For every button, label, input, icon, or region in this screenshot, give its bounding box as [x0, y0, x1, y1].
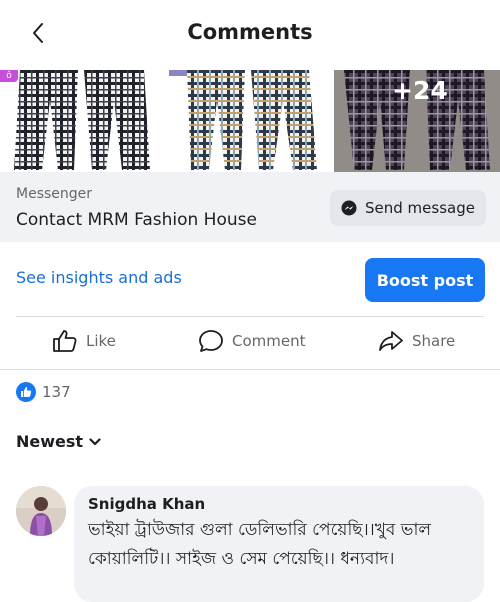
chevron-down-icon [89, 437, 101, 445]
reaction-summary[interactable]: 137 [16, 382, 71, 402]
comment-text: ভাইয়া ট্রাউজার গুলা ডেলিভারি পেয়েছি।।খ… [88, 520, 432, 569]
post-image-strip: ô +24 [0, 70, 500, 172]
product-image-1[interactable]: ô [0, 70, 165, 172]
thumbs-up-icon [53, 330, 77, 352]
insights-row: See insights and ads Boost post [0, 242, 500, 316]
page-title: Comments [187, 20, 313, 44]
like-label: Like [86, 332, 116, 350]
like-button[interactable]: Like [52, 329, 116, 353]
comment-button[interactable]: Comment [198, 329, 306, 353]
post-tag-badge: ô [0, 70, 18, 82]
more-photos-count[interactable]: +24 [392, 76, 448, 105]
reaction-count: 137 [42, 383, 71, 401]
send-message-label: Send message [365, 199, 475, 217]
like-reaction-icon [16, 382, 36, 402]
share-arrow-icon [379, 331, 403, 351]
share-button[interactable]: Share [378, 329, 455, 353]
send-message-button[interactable]: Send message [330, 190, 486, 226]
comment-bubble-icon [199, 330, 223, 352]
messenger-label: Messenger [16, 186, 93, 202]
messenger-icon [341, 200, 357, 216]
avatar[interactable] [16, 486, 66, 536]
product-image-2[interactable] [167, 70, 331, 172]
page-contact-title: Contact MRM Fashion House [16, 210, 257, 230]
divider [0, 369, 500, 370]
messenger-cta-bar: Messenger Contact MRM Fashion House Send… [0, 172, 500, 242]
comment-sort-dropdown[interactable]: Newest [16, 432, 101, 451]
sort-label: Newest [16, 432, 84, 451]
comment-label: Comment [232, 332, 306, 350]
share-label: Share [412, 332, 456, 350]
comment-bubble: Snigdha Khan ভাইয়া ট্রাউজার গুলা ডেলিভা… [74, 486, 484, 602]
top-bar: Comments [0, 0, 500, 70]
post-actions: Like Comment Share [0, 317, 500, 369]
boost-post-button[interactable]: Boost post [365, 258, 485, 302]
comment-author[interactable]: Snigdha Khan [88, 494, 470, 514]
see-insights-link[interactable]: See insights and ads [16, 268, 182, 287]
